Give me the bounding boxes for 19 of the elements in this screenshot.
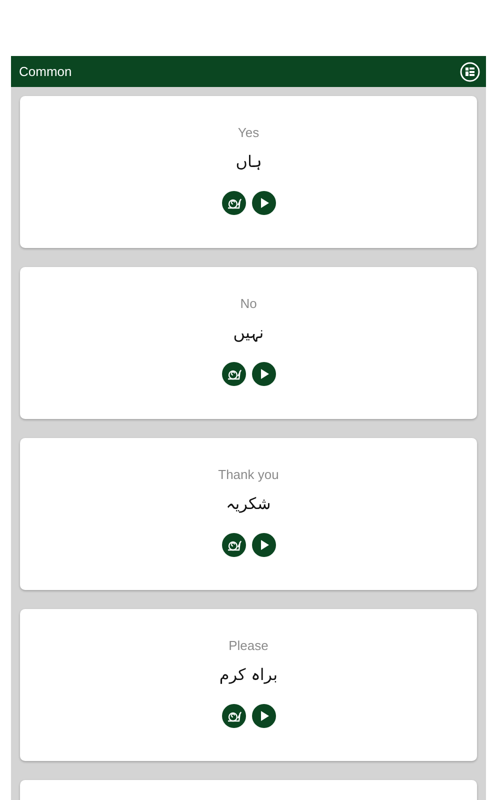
english-phrase: No [240,296,257,311]
play-button[interactable] [252,533,276,557]
slow-play-button[interactable] [222,704,246,728]
play-button[interactable] [252,362,276,386]
urdu-phrase: نہیں [233,323,264,342]
english-phrase: Please [228,638,268,653]
play-button[interactable] [252,191,276,215]
play-button[interactable] [252,704,276,728]
list-view-button[interactable] [460,62,480,82]
urdu-phrase: ہاں [236,152,262,171]
app-bar-title: Common [19,64,72,79]
english-phrase: Yes [238,125,260,140]
urdu-phrase: شکریہ [226,494,271,513]
slow-play-button[interactable] [222,191,246,215]
slow-play-button[interactable] [222,362,246,386]
slow-play-button[interactable] [222,533,246,557]
english-phrase: Thank you [218,467,279,482]
urdu-phrase: براہ کرم [219,665,278,684]
list-view-icon [460,62,480,82]
